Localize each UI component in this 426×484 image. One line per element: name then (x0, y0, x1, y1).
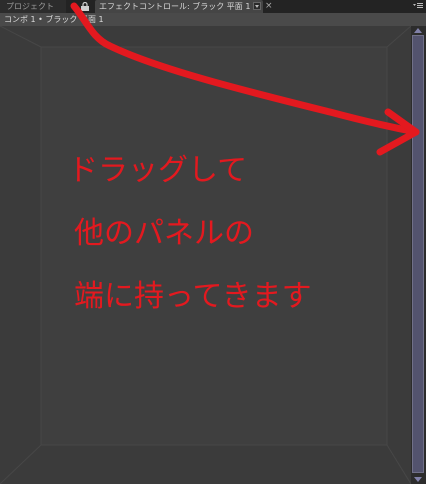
scroll-up-arrow-icon[interactable] (414, 28, 422, 33)
annotation-line-2: 他のパネルの (74, 216, 254, 251)
panel-menu-icon[interactable] (413, 1, 423, 11)
close-tab-button[interactable]: × (265, 0, 273, 13)
effect-controls-panel-area (0, 26, 411, 484)
breadcrumb: コンポ 1 • ブラック 平面 1 (0, 13, 426, 26)
tab-dropdown-button[interactable] (253, 2, 261, 10)
breadcrumb-text: コンポ 1 • ブラック 平面 1 (4, 15, 104, 24)
tab-project[interactable]: プロジェクト (0, 0, 66, 13)
scroll-down-arrow-icon[interactable] (414, 477, 422, 482)
panel-tab-bar: プロジェクト エフェクトコントロール: ブラック 平面 1 × (0, 0, 426, 13)
annotation-line-1: ドラッグして (68, 153, 248, 188)
vertical-scrollbar[interactable] (411, 26, 426, 484)
tab-project-label: プロジェクト (6, 2, 54, 11)
lock-icon[interactable] (80, 2, 90, 11)
tab-effect-controls-label: エフェクトコントロール: ブラック 平面 1 (99, 2, 251, 11)
tab-effect-controls[interactable]: エフェクトコントロール: ブラック 平面 1 (95, 0, 263, 13)
annotation-line-3: 端に持ってきます (74, 279, 312, 314)
scrollbar-thumb[interactable] (412, 35, 424, 473)
